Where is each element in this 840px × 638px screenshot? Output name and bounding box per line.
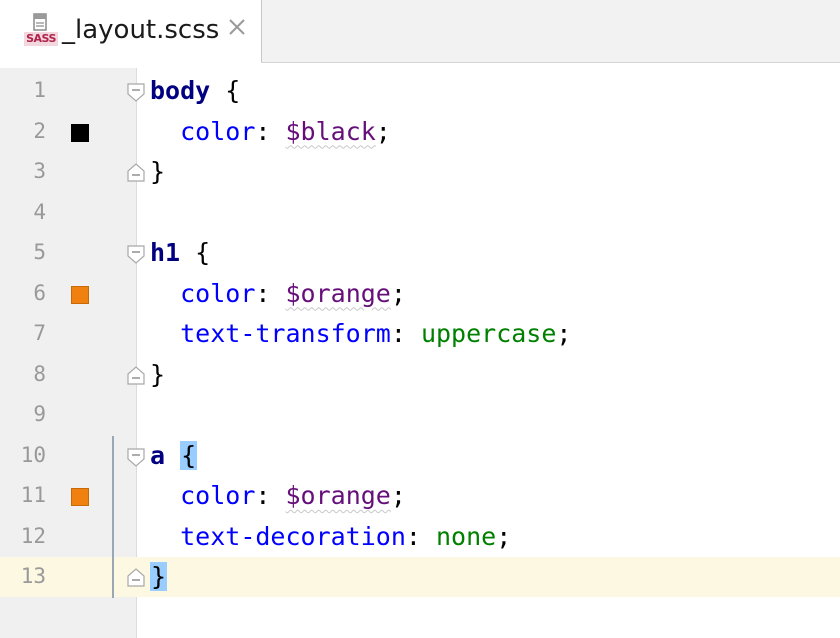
code-text: color: $black; (150, 117, 391, 147)
code-line[interactable]: 5 h1 { (0, 233, 840, 273)
code-token: : (390, 319, 421, 348)
fold-end-icon[interactable] (126, 163, 146, 183)
code-line[interactable]: 12 text-decoration: none; (0, 517, 840, 557)
code-line[interactable]: 3} (0, 152, 840, 192)
sass-file-icon: SASS (22, 12, 62, 48)
code-token: { (180, 440, 198, 470)
code-text: body { (150, 76, 240, 106)
code-text: h1 { (150, 238, 210, 268)
code-text: } (150, 157, 165, 187)
code-line[interactable]: 6 color: $orange; (0, 274, 840, 314)
code-token: : (255, 278, 286, 308)
fold-end-icon[interactable] (126, 568, 146, 588)
code-token: color (180, 278, 256, 308)
color-swatch-icon[interactable] (71, 123, 89, 142)
fold-collapse-icon[interactable] (126, 447, 146, 467)
code-token: text-decoration (180, 521, 406, 551)
color-swatch-icon[interactable] (71, 488, 89, 506)
line-number: 12 (20, 523, 46, 548)
color-swatch-icon[interactable] (71, 285, 89, 304)
tab-title: _layout.scss (62, 15, 220, 45)
close-icon[interactable] (226, 16, 248, 38)
code-token: color (180, 116, 256, 146)
code-token: text-transform (180, 319, 391, 348)
code-token: } (150, 359, 166, 389)
code-token: : (405, 521, 436, 551)
code-line[interactable]: 9 (0, 395, 840, 435)
code-line[interactable]: 11 color: $orange; (0, 476, 840, 516)
code-text: } (150, 562, 168, 592)
line-number: 4 (33, 199, 46, 224)
code-token: body (150, 76, 211, 105)
line-number: 5 (33, 240, 46, 264)
code-token: ; (556, 319, 572, 348)
code-token: } (150, 562, 168, 591)
line-number: 3 (33, 159, 46, 183)
fold-end-icon[interactable] (126, 365, 146, 386)
code-line[interactable]: 1 body { (0, 71, 840, 111)
code-token: h1 (150, 238, 181, 267)
code-token: ; (390, 278, 406, 308)
line-number: 7 (33, 321, 46, 345)
code-line[interactable]: 4 (0, 193, 840, 233)
code-text: a { (150, 440, 198, 471)
code-token: ; (496, 521, 512, 551)
code-text: color: $orange; (150, 481, 406, 511)
code-token: uppercase (420, 319, 557, 348)
code-text: color: $orange; (150, 279, 406, 309)
code-token: ; (375, 116, 391, 146)
code-token: color (180, 481, 256, 510)
code-token: { (195, 238, 211, 267)
code-token: $orange (285, 481, 391, 510)
line-number: 9 (33, 402, 46, 426)
code-token: : (255, 116, 286, 146)
line-number: 8 (33, 361, 46, 386)
code-text: text-decoration: none; (150, 522, 511, 552)
code-line[interactable]: 2 color: $black; (0, 112, 840, 152)
code-token: } (150, 157, 166, 186)
code-token: { (225, 76, 241, 105)
line-number: 6 (33, 280, 46, 305)
fold-collapse-icon[interactable] (126, 244, 146, 264)
code-text: } (150, 360, 165, 390)
line-number: 13 (20, 564, 46, 588)
code-line[interactable]: 8} (0, 355, 840, 395)
code-line[interactable]: 10 a { (0, 436, 840, 476)
code-token: $black (285, 116, 376, 146)
fold-collapse-icon[interactable] (126, 82, 146, 102)
code-line[interactable]: 13} (0, 557, 840, 597)
line-number: 10 (20, 442, 46, 467)
code-token: : (255, 481, 286, 510)
code-text: text-transform: uppercase; (150, 319, 571, 349)
file-tab-layout-scss[interactable]: SASS _layout.scss (0, 0, 262, 63)
line-number: 2 (33, 118, 46, 143)
code-editor[interactable]: 1 body {2 color: $black; 3} 4 5 h1 {6 color: … (0, 68, 840, 638)
code-token: ; (390, 481, 406, 510)
line-number: 1 (33, 78, 46, 102)
code-token: $orange (285, 278, 391, 308)
code-token: none (436, 521, 497, 551)
sass-icon-label: SASS (24, 32, 58, 46)
editor-tab-bar: SASS _layout.scss (0, 0, 840, 63)
code-token: a (150, 440, 166, 470)
scope-guide-line (112, 435, 114, 598)
line-number: 11 (20, 483, 46, 507)
code-line[interactable]: 7 text-transform: uppercase; (0, 314, 840, 354)
